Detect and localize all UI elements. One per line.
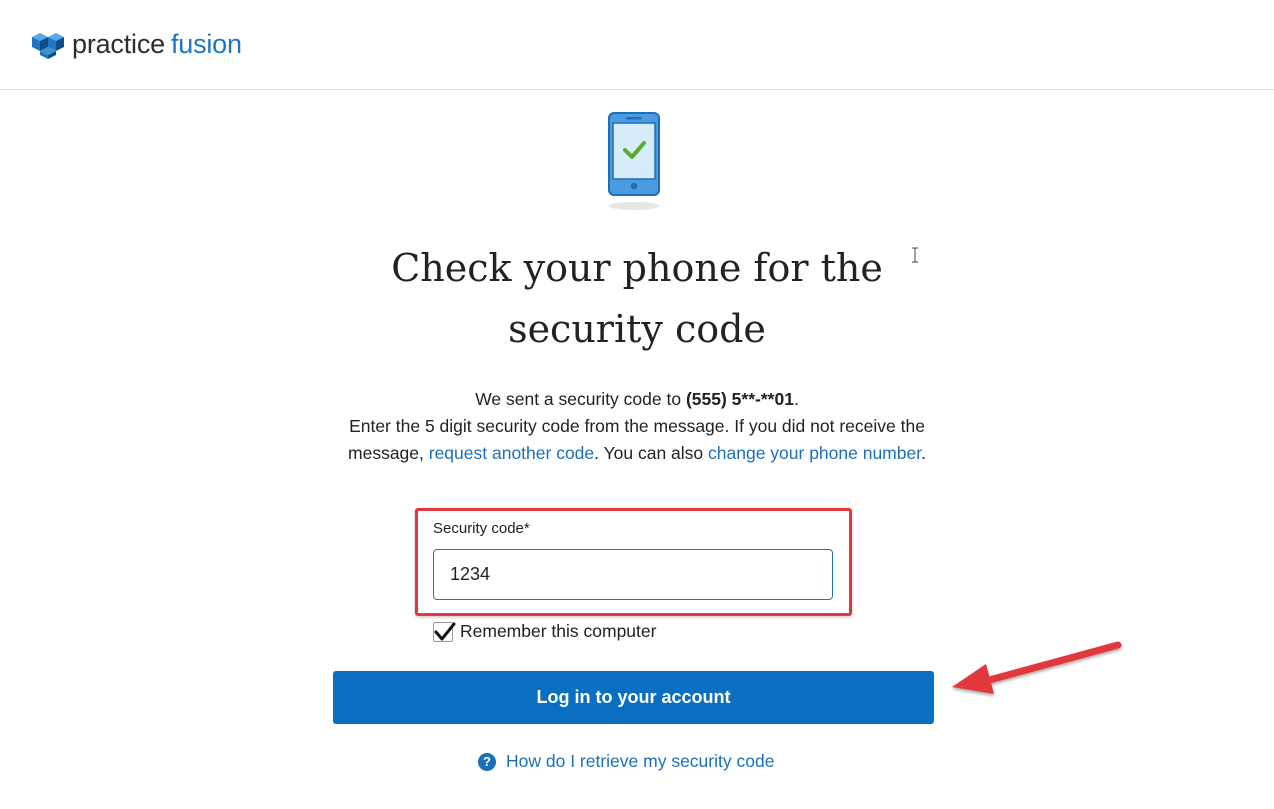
remember-computer-checkbox[interactable] [433,621,456,642]
help-link-text: How do I retrieve my security code [506,751,775,771]
practice-fusion-logo[interactable]: practice fusion [32,26,242,62]
retrieve-security-code-help-link[interactable]: ? How do I retrieve my security code [478,751,774,772]
phone-check-icon [608,112,660,210]
login-button[interactable]: Log in to your account [333,671,934,724]
security-code-label: Security code* [433,520,530,537]
logo-text: practice fusion [72,29,242,60]
message-text-1-suffix: . [793,389,799,409]
masked-phone-number: (555) 5**-**01 [685,389,794,409]
practice-fusion-logo-icon [32,33,64,59]
security-code-input[interactable] [433,549,833,600]
request-another-code-link[interactable]: request another code [429,443,594,463]
page-title: Check your phone for the security code [391,246,883,351]
change-phone-number-link[interactable]: change your phone number [708,443,921,463]
instructions-message: We sent a security code to (555) 5**-**0… [340,386,934,467]
arrow-annotation-icon [952,641,1122,694]
question-circle-icon: ? [478,752,496,771]
remember-computer-option[interactable]: Remember this computer [433,621,656,642]
message-text-1: We sent a security code to [475,389,686,409]
top-header: practice fusion [0,0,1274,90]
checkmark-icon [434,622,456,640]
text-cursor-icon [912,247,918,263]
logo-text-practice: practice [72,28,165,59]
message-text-4: . [921,443,926,463]
logo-text-fusion: fusion [170,28,242,59]
message-text-3: . You can also [594,443,709,463]
remember-computer-label: Remember this computer [460,621,657,641]
